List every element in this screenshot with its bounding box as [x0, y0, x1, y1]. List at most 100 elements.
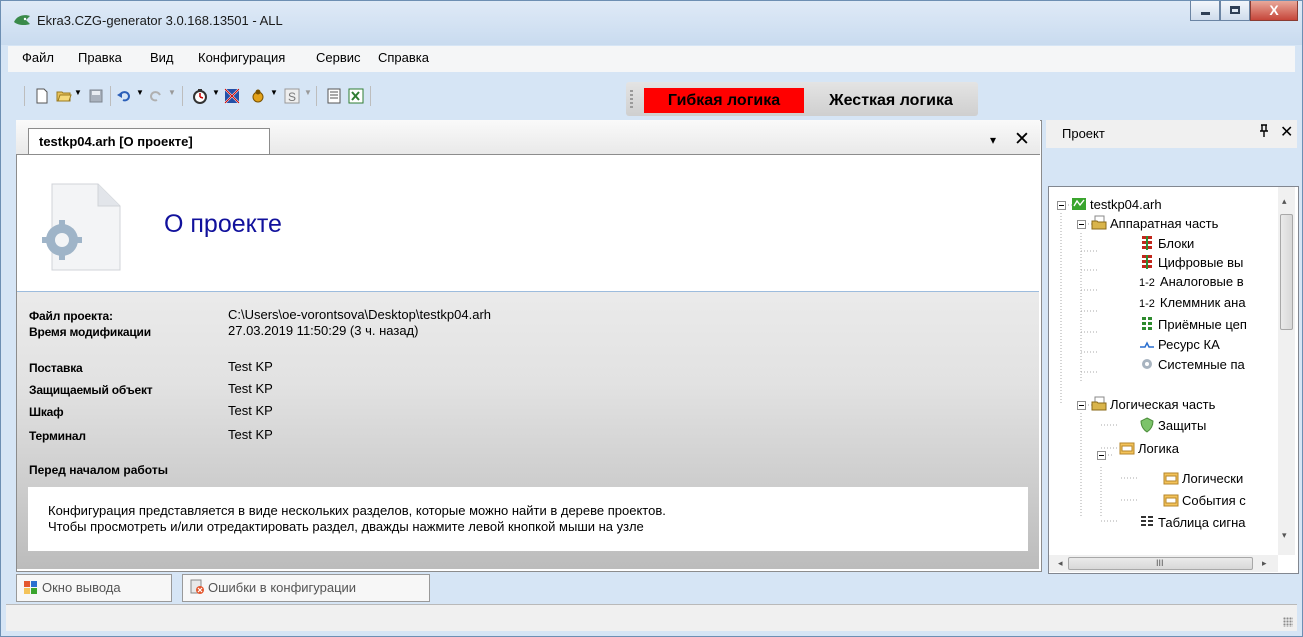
- scroll-up-arrow[interactable]: ▴: [1282, 196, 1287, 207]
- tree-node-events[interactable]: События с: [1163, 492, 1246, 508]
- chevron-down-icon[interactable]: ▼: [270, 88, 278, 97]
- field-label-terminal: Терминал: [29, 429, 86, 443]
- tree-node-logic-schemes[interactable]: Логически: [1163, 470, 1243, 486]
- tab-output-window[interactable]: Окно вывода: [16, 574, 172, 602]
- svg-text:S: S: [288, 90, 296, 104]
- flexible-logic-button[interactable]: Гибкая логика: [644, 88, 804, 113]
- tree-node-label: Таблица сигна: [1158, 515, 1246, 530]
- menu-view[interactable]: Вид: [150, 50, 174, 65]
- toolbar-grip: [630, 90, 633, 108]
- status-bar: [6, 604, 1297, 631]
- field-label-supply: Поставка: [29, 361, 83, 375]
- tree-expander[interactable]: [1077, 401, 1086, 410]
- folder-icon: [1091, 396, 1107, 411]
- menu-file[interactable]: Файл: [22, 50, 54, 65]
- minimize-button[interactable]: [1190, 1, 1220, 21]
- output-window-icon: [24, 581, 37, 594]
- field-value-supply: Test KP: [228, 359, 273, 374]
- tree-node-resource[interactable]: Ресурс КА: [1139, 336, 1220, 352]
- tree-node-system[interactable]: Системные па: [1139, 356, 1245, 372]
- tree-expander[interactable]: [1097, 451, 1106, 460]
- maximize-button[interactable]: [1220, 1, 1250, 21]
- logic-icon: [1119, 442, 1135, 455]
- chevron-down-icon[interactable]: ▼: [212, 88, 220, 97]
- menu-service[interactable]: Сервис: [316, 50, 361, 65]
- tree-node-label: Логически: [1182, 471, 1244, 486]
- redo-icon[interactable]: [148, 88, 164, 104]
- chevron-down-icon[interactable]: ▼: [74, 88, 82, 97]
- tree-node-digital[interactable]: Цифровые вы: [1139, 254, 1243, 270]
- hard-logic-button[interactable]: Жесткая логика: [806, 88, 976, 113]
- pin-icon[interactable]: [1258, 124, 1270, 141]
- open-folder-icon[interactable]: [56, 88, 72, 104]
- scroll-right-arrow[interactable]: ▸: [1262, 558, 1267, 569]
- resource-icon: [1140, 341, 1154, 348]
- toolbar-separator: [316, 86, 317, 106]
- tree-node-receive[interactable]: Приёмные цеп: [1139, 316, 1247, 332]
- field-value-modified-time: 27.03.2019 11:50:29 (3 ч. назад): [228, 323, 419, 338]
- tree-node-label: События с: [1182, 493, 1246, 508]
- close-panel-icon[interactable]: ✕: [1280, 122, 1293, 142]
- dollar-icon[interactable]: S: [284, 88, 300, 104]
- tab-config-errors[interactable]: Ошибки в конфигурации: [182, 574, 430, 602]
- tab-about-project[interactable]: testkp04.arh [О проекте]: [28, 128, 270, 154]
- tree-node-label: Аналоговые в: [1159, 274, 1244, 289]
- logic-icon: [1163, 494, 1179, 507]
- blocks-icon: [1142, 236, 1152, 250]
- tree-node-label: testkp04.arh: [1090, 197, 1162, 212]
- title-bar: Ekra3.CZG-generator 3.0.168.13501 - ALL …: [1, 1, 1302, 45]
- new-file-icon[interactable]: [34, 88, 50, 104]
- tree-node-hardware[interactable]: Аппаратная часть: [1091, 215, 1218, 231]
- scroll-left-arrow[interactable]: ◂: [1058, 558, 1063, 569]
- tree-node-logic-part[interactable]: Логическая часть: [1091, 396, 1215, 412]
- scroll-down-arrow[interactable]: ▾: [1282, 530, 1287, 541]
- gear-icon: [1142, 359, 1152, 369]
- tree-node-analog-terminal[interactable]: 1-2 Клеммник ана: [1139, 295, 1246, 310]
- tree-node-analog-in[interactable]: 1-2 Аналоговые в: [1139, 274, 1244, 289]
- tree-node-label: Цифровые вы: [1158, 255, 1244, 270]
- timer-icon[interactable]: [192, 88, 208, 104]
- project-tree: testkp04.arh Аппаратная часть Блоки Цифр…: [1048, 186, 1299, 574]
- analog-icon: 1-2: [1139, 298, 1155, 310]
- chevron-down-icon[interactable]: ▼: [136, 88, 144, 97]
- project-panel-title: Проект: [1062, 126, 1105, 141]
- resize-grip[interactable]: [1283, 617, 1293, 627]
- chevron-down-icon[interactable]: ▼: [304, 88, 312, 97]
- toolbar: ▼ ▼ ▼ ▼ ▼ S ▼: [8, 78, 618, 112]
- menu-help[interactable]: Справка: [378, 50, 429, 65]
- menu-configuration[interactable]: Конфигурация: [198, 50, 285, 65]
- page-title: О проекте: [164, 210, 282, 238]
- chevron-down-icon[interactable]: ▼: [168, 88, 176, 97]
- tree-node-label: Логика: [1138, 441, 1179, 456]
- tree-node-signal-table[interactable]: Таблица сигна: [1139, 514, 1246, 530]
- folder-icon: [1091, 215, 1107, 230]
- tree-node-label: Системные па: [1158, 357, 1245, 372]
- excel-icon[interactable]: [348, 88, 364, 104]
- logic-icon: [1163, 472, 1179, 485]
- close-document-icon[interactable]: ✕: [1014, 128, 1030, 151]
- tree-vertical-scroll-thumb[interactable]: [1280, 214, 1293, 330]
- list-icon[interactable]: [326, 88, 342, 104]
- close-window-button[interactable]: X: [1250, 1, 1298, 21]
- field-label-project-file: Файл проекта:: [29, 309, 113, 323]
- save-icon[interactable]: [88, 88, 104, 104]
- tree-node-blocks[interactable]: Блоки: [1139, 235, 1194, 251]
- tree-node-logic[interactable]: Логика: [1119, 440, 1179, 456]
- tree-node-label: Блоки: [1158, 236, 1195, 251]
- tree-expander[interactable]: [1057, 201, 1066, 210]
- toolbar-separator: [110, 86, 111, 106]
- bug-icon[interactable]: [250, 88, 266, 104]
- tree-node-protections[interactable]: Защиты: [1139, 417, 1206, 433]
- field-label-protected-object: Защищаемый объект: [29, 383, 153, 397]
- tree-node-project[interactable]: testkp04.arh: [1071, 196, 1162, 212]
- flag-icon[interactable]: [224, 88, 240, 104]
- toolbar-separator: [370, 86, 371, 106]
- note-line: Конфигурация представляется в виде неско…: [48, 503, 666, 518]
- field-value-protected-object: Test KP: [228, 381, 273, 396]
- field-label-cabinet: Шкаф: [29, 405, 64, 419]
- tree-expander[interactable]: [1077, 220, 1086, 229]
- undo-icon[interactable]: [116, 88, 132, 104]
- chevron-down-icon[interactable]: ▾: [990, 133, 996, 147]
- menu-edit[interactable]: Правка: [78, 50, 122, 65]
- tree-node-label: Защиты: [1158, 418, 1207, 433]
